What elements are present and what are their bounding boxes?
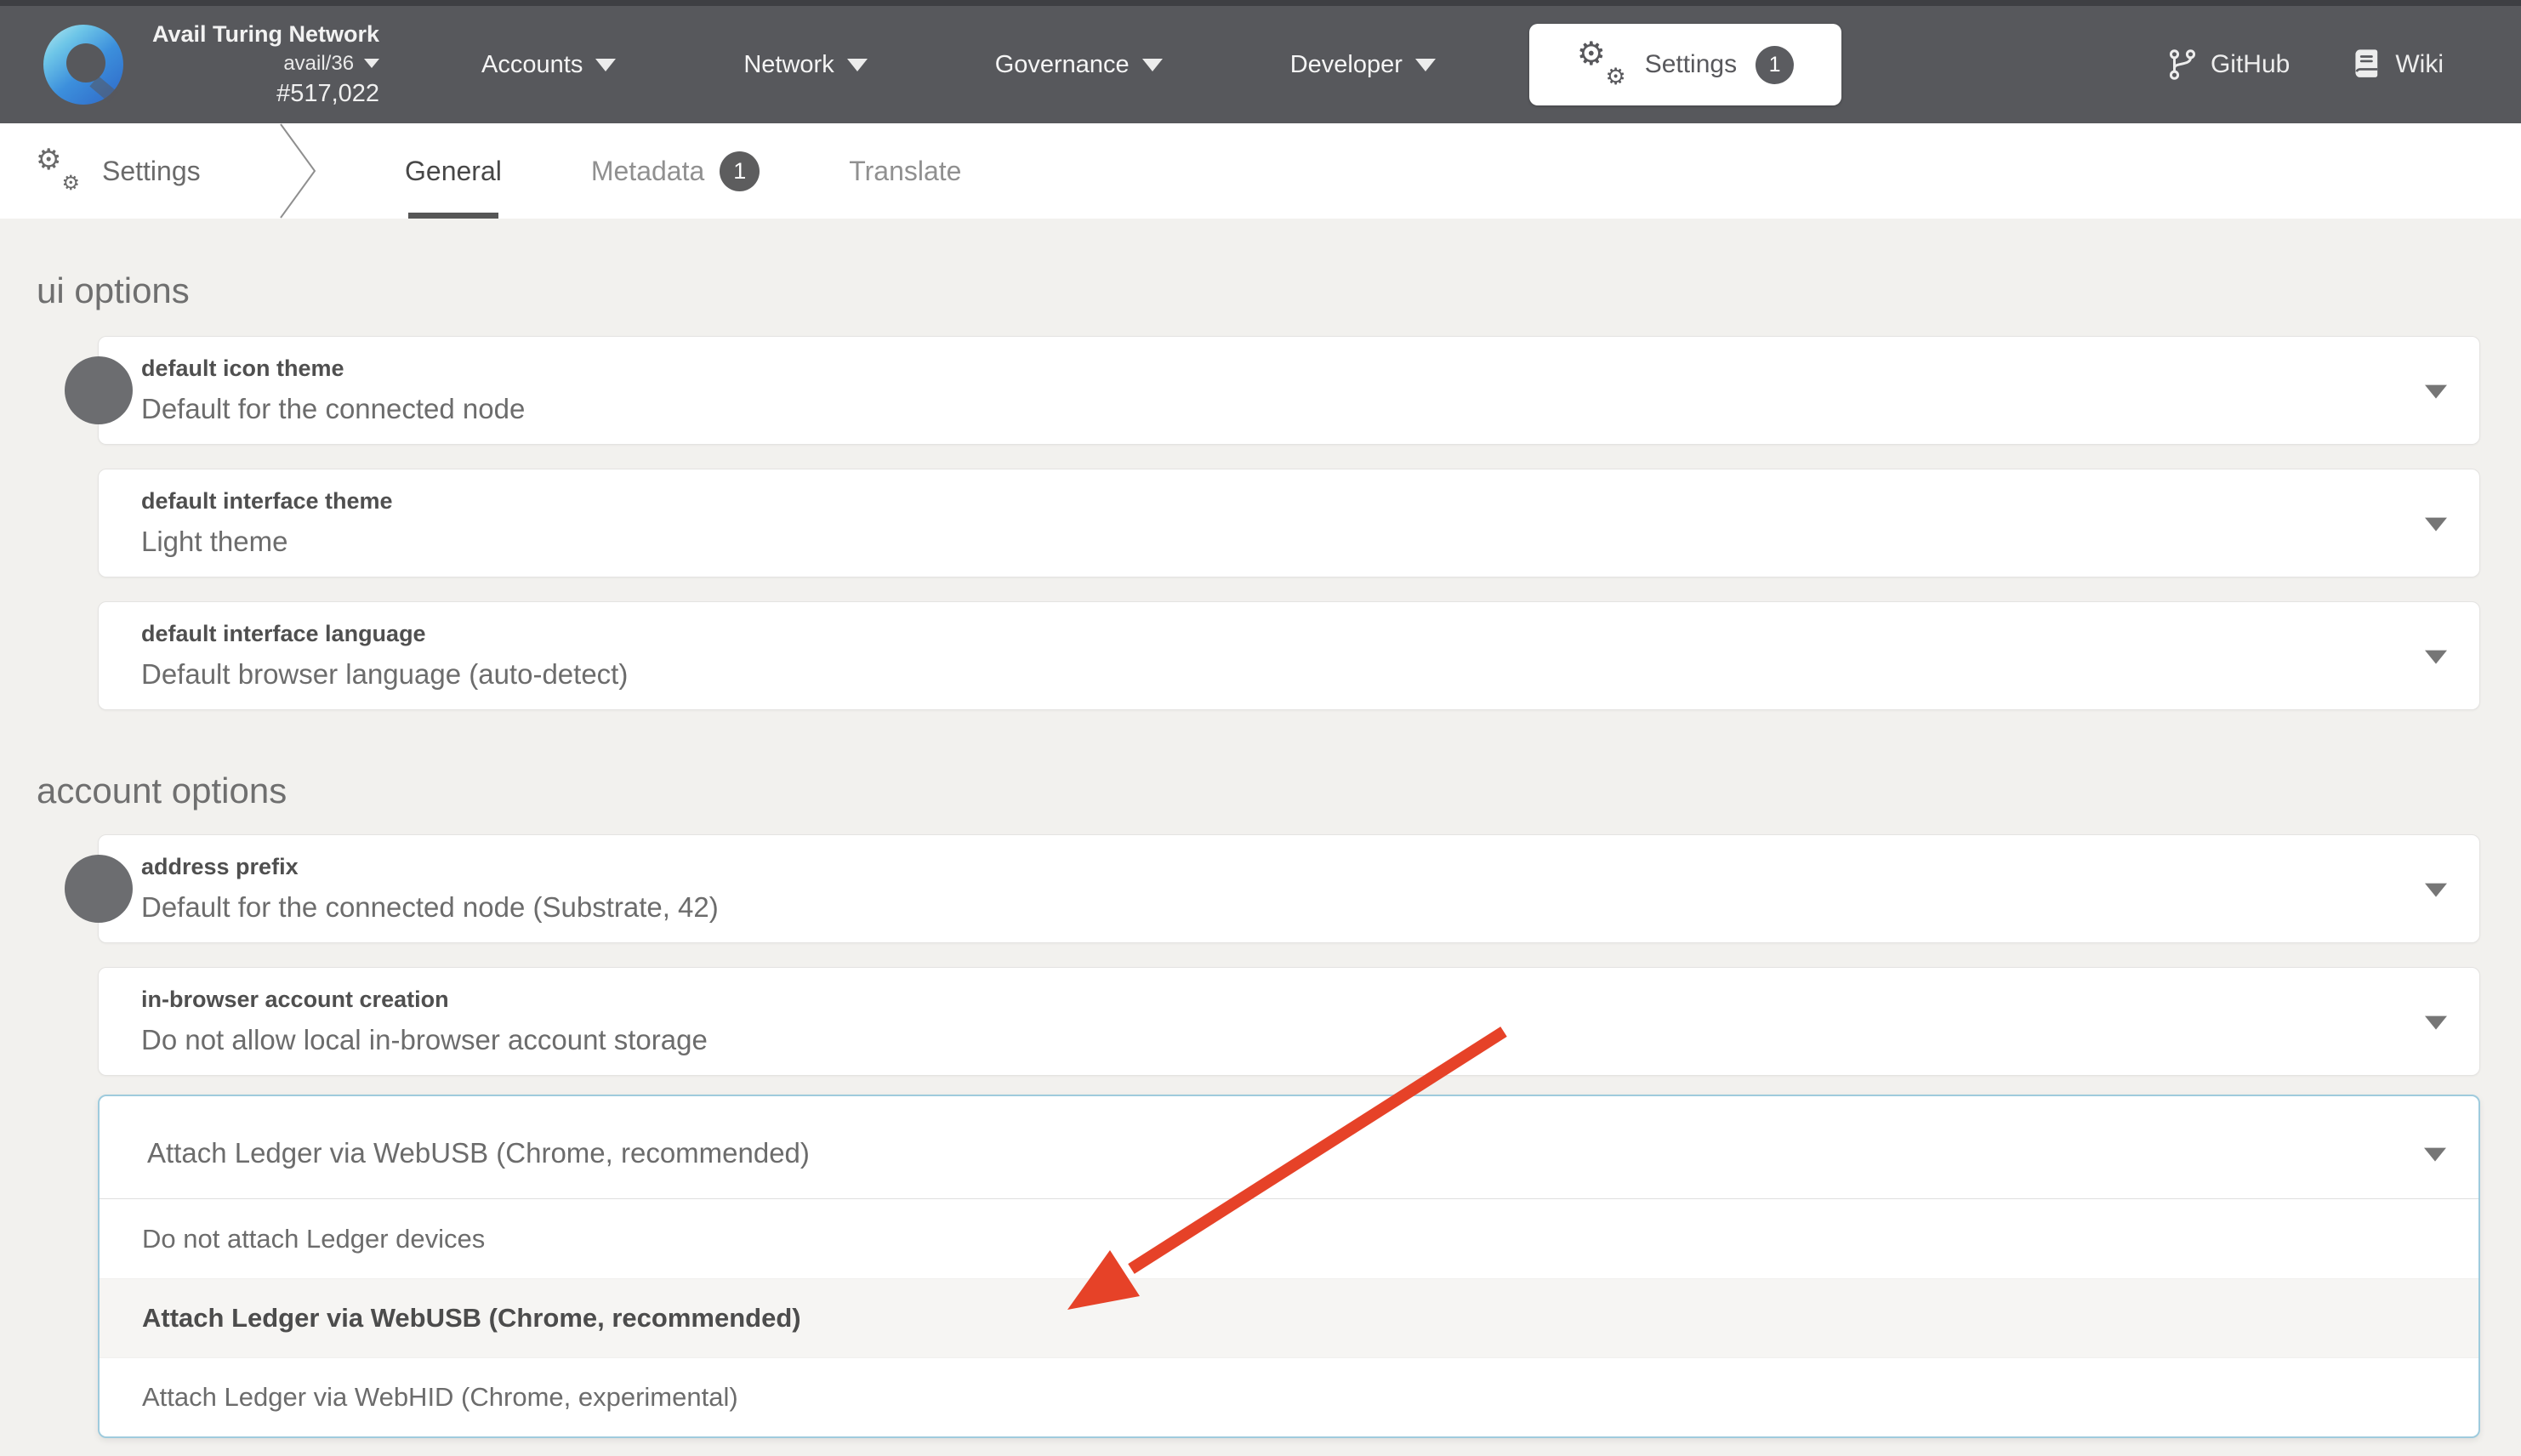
code-branch-icon [2168, 48, 2197, 81]
book-icon [2353, 48, 2382, 81]
chevron-down-icon [1142, 59, 1163, 71]
ledger-dropdown-menu: Do not attach Ledger devices Attach Ledg… [100, 1198, 2478, 1436]
avail-logo[interactable] [43, 25, 123, 105]
chevron-down-icon [364, 59, 379, 68]
breadcrumb-settings[interactable]: ⚙ ⚙ Settings [0, 151, 201, 191]
option-attach-ledger-webhid[interactable]: Attach Ledger via WebHID (Chrome, experi… [100, 1357, 2478, 1436]
breadcrumb-chevron-icon [279, 123, 320, 219]
chevron-down-icon [847, 59, 868, 71]
select-in-browser-account-creation[interactable]: in-browser account creation Do not allow… [98, 967, 2480, 1076]
section-heading-account-options: account options [37, 710, 2480, 810]
chevron-down-icon [2425, 651, 2447, 664]
external-links: GitHub Wiki [2168, 48, 2444, 81]
select-default-icon-theme[interactable]: default icon theme Default for the conne… [98, 336, 2480, 445]
chevron-down-icon [595, 59, 616, 71]
gear-icon: ⚙ [36, 145, 61, 174]
field-value: Default browser language (auto-detect) [141, 658, 2411, 691]
menu-accounts[interactable]: Accounts [481, 51, 616, 79]
network-name: Avail Turing Network [152, 20, 379, 49]
select-default-interface-theme[interactable]: default interface theme Light theme [98, 469, 2480, 577]
field-label: default interface theme [141, 488, 2411, 515]
top-navbar: Avail Turing Network avail/36 #517,022 A… [0, 0, 2521, 123]
gears-icon: ⚙ ⚙ [36, 151, 80, 191]
field-value: Default for the connected node (Substrat… [141, 891, 2411, 924]
chevron-down-icon [2425, 385, 2447, 399]
chevron-down-icon [2425, 1016, 2447, 1030]
field-value: Light theme [141, 526, 2411, 558]
menu-label: Accounts [481, 51, 583, 79]
menu-label: Developer [1290, 51, 1403, 79]
settings-badge: 1 [1756, 46, 1794, 84]
wiki-link[interactable]: Wiki [2353, 48, 2444, 81]
github-label: GitHub [2211, 50, 2290, 79]
tab-label: Translate [849, 156, 961, 187]
metadata-badge: 1 [720, 151, 760, 191]
settings-nav-button[interactable]: ⚙ ⚙ Settings 1 [1529, 24, 1841, 105]
chevron-down-icon [2424, 1148, 2446, 1162]
breadcrumb-label: Settings [102, 156, 201, 187]
tab-label: General [405, 156, 502, 187]
field-label: default interface language [141, 621, 2411, 647]
main-menu: Accounts Network Governance Developer [481, 51, 1436, 79]
gear-icon: ⚙ [1605, 65, 1625, 88]
section-heading-ui-options: ui options [37, 219, 2480, 310]
option-attach-ledger-webusb[interactable]: Attach Ledger via WebUSB (Chrome, recomm… [100, 1278, 2478, 1357]
menu-label: Governance [995, 51, 1130, 79]
github-link[interactable]: GitHub [2168, 48, 2290, 81]
select-address-prefix[interactable]: address prefix Default for the connected… [98, 834, 2480, 943]
selected-value: Attach Ledger via WebUSB (Chrome, recomm… [147, 1137, 810, 1169]
chevron-down-icon [2425, 518, 2447, 532]
field-label: default icon theme [141, 355, 2411, 382]
avatar [65, 855, 133, 923]
tabs: General Metadata 1 Translate [405, 123, 961, 219]
ledger-connection-dropdown[interactable]: Attach Ledger via WebUSB (Chrome, recomm… [98, 1095, 2480, 1438]
gears-icon: ⚙ ⚙ [1577, 43, 1626, 87]
avatar [65, 356, 133, 424]
field-label: in-browser account creation [141, 987, 2411, 1013]
chevron-down-icon [2425, 884, 2447, 897]
chain-spec: avail/36 [283, 51, 354, 77]
menu-developer[interactable]: Developer [1290, 51, 1436, 79]
menu-network[interactable]: Network [743, 51, 867, 79]
tab-metadata[interactable]: Metadata 1 [591, 123, 760, 219]
tab-label: Metadata [591, 156, 704, 187]
ledger-dropdown-selected[interactable]: Attach Ledger via WebUSB (Chrome, recomm… [100, 1096, 2478, 1198]
block-number: #517,022 [152, 78, 379, 109]
field-value: Default for the connected node [141, 393, 2411, 425]
option-do-not-attach-ledger[interactable]: Do not attach Ledger devices [100, 1199, 2478, 1278]
network-selector[interactable]: Avail Turing Network avail/36 #517,022 [152, 20, 379, 109]
gear-icon: ⚙ [61, 173, 80, 193]
gear-icon: ⚙ [1577, 37, 1606, 70]
field-value: Do not allow local in-browser account st… [141, 1024, 2411, 1056]
settings-button-label: Settings [1645, 50, 1737, 79]
menu-governance[interactable]: Governance [995, 51, 1163, 79]
field-label: address prefix [141, 854, 2411, 880]
menu-label: Network [743, 51, 834, 79]
tab-bar: ⚙ ⚙ Settings General Metadata 1 Translat… [0, 123, 2521, 219]
settings-content: ui options default icon theme Default fo… [0, 219, 2521, 1438]
wiki-label: Wiki [2395, 50, 2444, 79]
chevron-down-icon [1415, 59, 1436, 71]
tab-general[interactable]: General [405, 123, 502, 219]
tab-translate[interactable]: Translate [849, 123, 961, 219]
select-default-interface-language[interactable]: default interface language Default brows… [98, 601, 2480, 710]
